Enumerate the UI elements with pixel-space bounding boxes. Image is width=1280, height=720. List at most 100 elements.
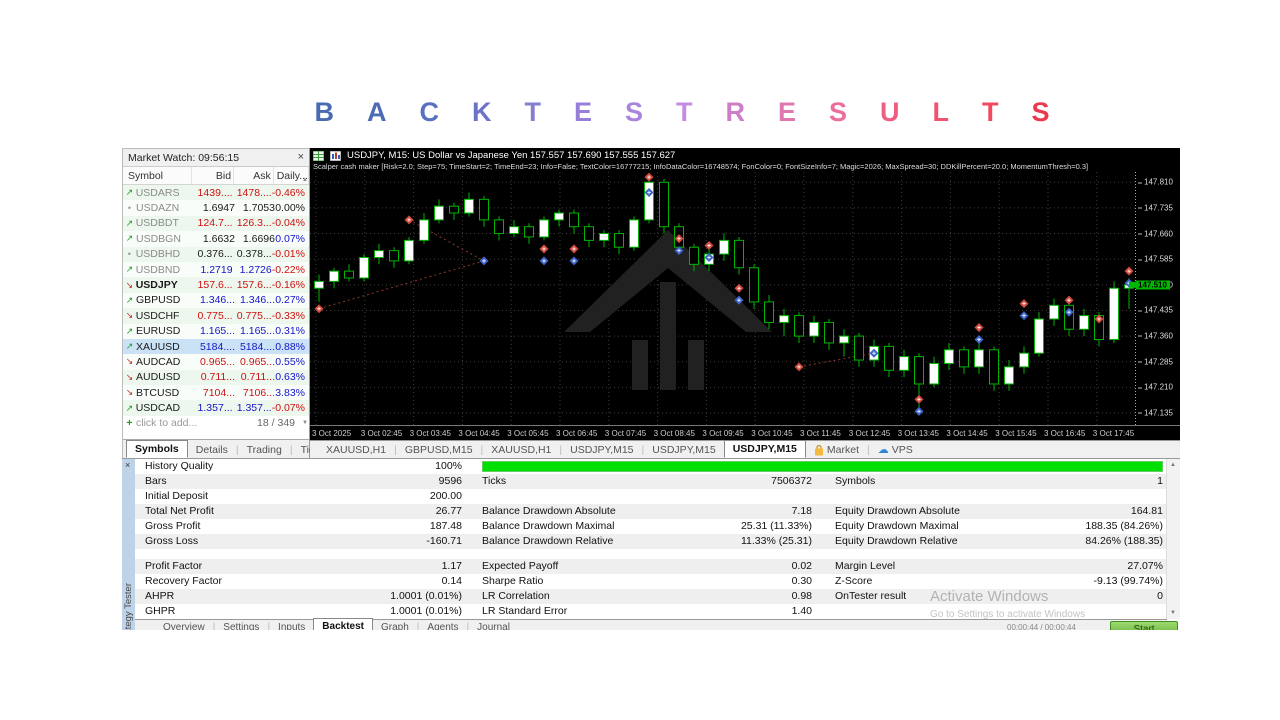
tab-details[interactable]: Details bbox=[188, 442, 236, 458]
tab-trading[interactable]: Trading bbox=[239, 442, 290, 458]
price-tick-label: 147.435 bbox=[1138, 306, 1173, 315]
stat-label: Bars bbox=[145, 475, 167, 487]
column-header-ask[interactable]: Ask bbox=[234, 167, 274, 184]
title-letter: C bbox=[419, 97, 439, 128]
chart-tab-market[interactable]: Market bbox=[806, 442, 867, 458]
market-row-usdbnd[interactable]: ↗USDBND1.27191.2726-0.22% bbox=[123, 262, 309, 277]
time-tick-label: 3 Oct 11:45 bbox=[800, 429, 841, 438]
ask-value: 0.711... bbox=[235, 371, 275, 383]
chart-tab-xauusd-h1[interactable]: XAUUSD,H1 bbox=[318, 442, 394, 458]
tester-tab-inputs[interactable]: Inputs bbox=[270, 620, 313, 630]
title-letter: B bbox=[314, 97, 334, 128]
candle-body bbox=[645, 182, 654, 220]
market-row-usdchf[interactable]: ↘USDCHF0.775...0.775...-0.33% bbox=[123, 308, 309, 323]
up-arrow-icon: ↗ bbox=[123, 264, 136, 275]
close-icon[interactable]: × bbox=[298, 152, 304, 163]
stat-label: Symbols bbox=[835, 475, 875, 487]
tester-scrollbar[interactable]: ▲ ▼ bbox=[1166, 459, 1180, 619]
down-arrow-icon: ↘ bbox=[123, 310, 136, 321]
candle-body bbox=[585, 227, 594, 241]
stat-label: Total Net Profit bbox=[145, 505, 214, 517]
market-row-eurusd[interactable]: ↗EURUSD1.165...1.165...0.31% bbox=[123, 324, 309, 339]
bid-value: 157.6... bbox=[191, 279, 232, 291]
stat-value: 187.48 bbox=[342, 520, 462, 532]
add-symbol-row[interactable]: + click to add... 18 / 349 ▼ bbox=[123, 416, 309, 431]
market-row-xauusd[interactable]: ↗XAUUSD5184....5184....0.88% bbox=[123, 339, 309, 354]
add-symbol-label: click to add... bbox=[136, 417, 197, 429]
candle-body bbox=[495, 220, 504, 234]
chart-tab-usdjpy-m15[interactable]: USDJPY,M15 bbox=[644, 442, 723, 458]
start-button[interactable]: Start bbox=[1110, 621, 1178, 630]
sell-marker bbox=[914, 395, 923, 404]
time-tick-label: 3 Oct 13:45 bbox=[898, 429, 939, 438]
tab-symbols[interactable]: Symbols bbox=[126, 440, 188, 458]
tester-tab-agents[interactable]: Agents bbox=[419, 620, 466, 630]
chart-tab-gbpusd-m15[interactable]: GBPUSD,M15 bbox=[397, 442, 481, 458]
candle-body bbox=[450, 206, 459, 213]
time-tick-label: 3 Oct 14:45 bbox=[946, 429, 987, 438]
tester-tab-graph[interactable]: Graph bbox=[373, 620, 417, 630]
market-row-usdbhd[interactable]: •USDBHD0.376...0.378...-0.01% bbox=[123, 247, 309, 262]
sell-marker bbox=[404, 215, 413, 224]
bid-value: 7104... bbox=[193, 387, 235, 399]
bid-value: 0.775... bbox=[191, 310, 232, 322]
market-row-audusd[interactable]: ↘AUDUSD0.711...0.711...0.63% bbox=[123, 370, 309, 385]
market-row-gbpusd[interactable]: ↗GBPUSD1.346...1.346...0.27% bbox=[123, 293, 309, 308]
activate-windows-watermark: Activate Windows bbox=[930, 588, 1048, 605]
market-row-btcusd[interactable]: ↘BTCUSD7104...7106...3.83% bbox=[123, 385, 309, 400]
stat-value: 1.17 bbox=[342, 560, 462, 572]
candle-body bbox=[600, 234, 609, 241]
column-header-symbol[interactable]: Symbol bbox=[123, 167, 192, 184]
stat-label: Gross Loss bbox=[145, 535, 198, 547]
ask-value: 0.378... bbox=[233, 248, 272, 260]
stat-label: Recovery Factor bbox=[145, 575, 222, 587]
scroll-up-icon[interactable]: ▲ bbox=[302, 171, 308, 188]
sell-marker bbox=[569, 244, 578, 253]
daily-change: 0.07% bbox=[275, 233, 309, 245]
time-tick-label: 3 Oct 08:45 bbox=[654, 429, 695, 438]
scroll-down-icon[interactable]: ▼ bbox=[302, 420, 308, 426]
symbol-name: USDCAD bbox=[136, 402, 192, 414]
column-header-bid[interactable]: Bid bbox=[192, 167, 234, 184]
market-row-usdars[interactable]: ↗USDARS1439....1478....-0.46% bbox=[123, 185, 309, 200]
scroll-up-icon[interactable]: ▲ bbox=[1170, 462, 1176, 468]
tester-row-spacer bbox=[135, 549, 1167, 559]
tester-tab-backtest[interactable]: Backtest bbox=[313, 618, 373, 630]
market-row-usdazn[interactable]: •USDAZN1.69471.70530.00% bbox=[123, 200, 309, 215]
stat-value: 84.26% (188.35) bbox=[1023, 535, 1163, 547]
chart-tab-vps[interactable]: ☁VPS bbox=[870, 441, 921, 458]
chart-plot[interactable] bbox=[310, 172, 1136, 425]
sell-marker bbox=[704, 241, 713, 250]
flat-dot-icon: • bbox=[123, 203, 136, 213]
chart-tab-xauusd-h1[interactable]: XAUUSD,H1 bbox=[483, 442, 559, 458]
market-row-usdbdt[interactable]: ↗USDBDT124.7...126.3...-0.04% bbox=[123, 216, 309, 231]
tester-tab-overview[interactable]: Overview bbox=[155, 620, 213, 630]
chart-tab-usdjpy-m15[interactable]: USDJPY,M15 bbox=[562, 442, 641, 458]
candlestick-chart[interactable] bbox=[310, 172, 1136, 425]
tester-tab-settings[interactable]: Settings bbox=[215, 620, 267, 630]
market-bag-icon bbox=[814, 445, 824, 456]
daily-change: 0.55% bbox=[275, 356, 309, 368]
candle-body bbox=[1110, 288, 1119, 339]
symbol-name: AUDCAD bbox=[136, 356, 193, 368]
market-row-usdcad[interactable]: ↗USDCAD1.357...1.357...-0.07% bbox=[123, 400, 309, 415]
chart-tab-usdjpy-m15[interactable]: USDJPY,M15 bbox=[724, 440, 806, 458]
tick-dash bbox=[1138, 233, 1142, 234]
tester-tab-journal[interactable]: Journal bbox=[469, 620, 518, 630]
stat-label: Ticks bbox=[482, 475, 506, 487]
market-row-audcad[interactable]: ↘AUDCAD0.965...0.965...0.55% bbox=[123, 354, 309, 369]
daily-change: 3.83% bbox=[275, 387, 309, 399]
market-row-usdbgn[interactable]: ↗USDBGN1.66321.66960.07% bbox=[123, 231, 309, 246]
bid-value: 0.376... bbox=[191, 248, 232, 260]
candle-body bbox=[990, 350, 999, 384]
candle-body bbox=[780, 316, 789, 323]
scroll-down-icon[interactable]: ▼ bbox=[1170, 610, 1176, 616]
title-letter: K bbox=[472, 97, 492, 128]
close-icon[interactable]: × bbox=[125, 460, 130, 470]
bid-value: 1.6947 bbox=[193, 202, 235, 214]
stat-value: 200.00 bbox=[342, 490, 462, 502]
sell-marker bbox=[1124, 267, 1133, 276]
tester-side-strip[interactable]: × Strategy Tester bbox=[122, 459, 135, 630]
stat-value: 188.35 (84.26%) bbox=[1023, 520, 1163, 532]
market-row-usdjpy[interactable]: ↘USDJPY157.6...157.6...-0.16% bbox=[123, 277, 309, 292]
